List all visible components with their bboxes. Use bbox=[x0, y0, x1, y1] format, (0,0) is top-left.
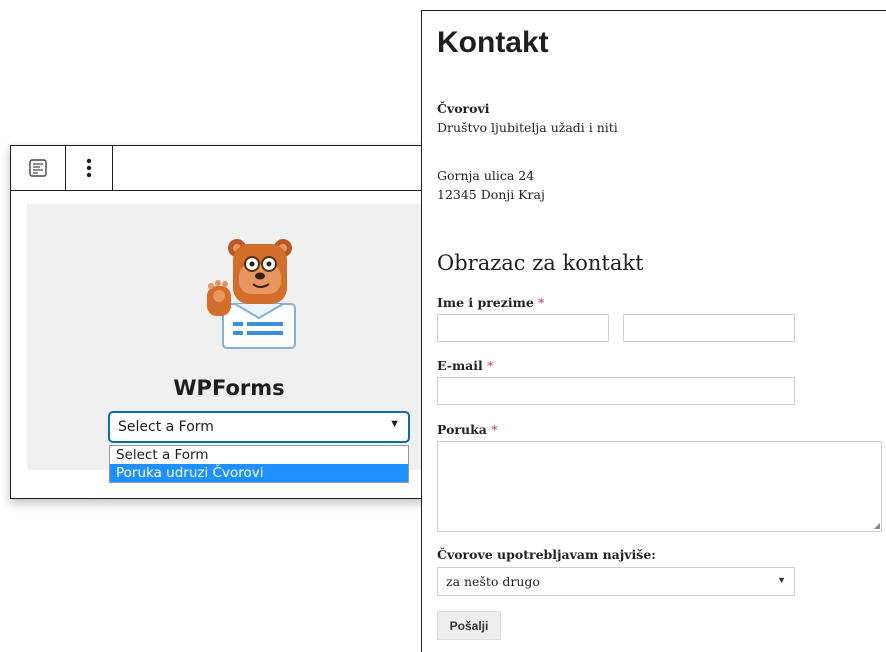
page-title: Kontakt bbox=[437, 26, 549, 59]
wpforms-bear-mascot-icon bbox=[207, 239, 296, 349]
email-input[interactable] bbox=[437, 377, 795, 405]
address-line-2: 12345 Donji Kraj bbox=[437, 187, 545, 202]
select-form-dropdown[interactable]: Select a Form ▼ bbox=[109, 412, 409, 442]
organization-name: Čvorovi bbox=[437, 101, 490, 116]
name-label: Ime i prezime * bbox=[437, 295, 544, 310]
message-textarea[interactable]: ◢ bbox=[437, 441, 882, 532]
required-mark: * bbox=[487, 358, 494, 373]
wpforms-block-editor: WPForms Select a Form ▼ Select a Form Po… bbox=[10, 145, 432, 499]
usage-select[interactable]: za nešto drugo ▼ bbox=[437, 567, 795, 596]
chevron-down-icon: ▼ bbox=[777, 575, 786, 585]
form-block-icon[interactable] bbox=[11, 146, 66, 190]
option-select-a-form[interactable]: Select a Form bbox=[110, 446, 408, 464]
message-label-text: Poruka bbox=[437, 422, 487, 437]
name-label-text: Ime i prezime bbox=[437, 295, 534, 310]
resize-handle-icon[interactable]: ◢ bbox=[874, 521, 880, 530]
email-label-text: E-mail bbox=[437, 358, 483, 373]
first-name-input[interactable] bbox=[437, 314, 609, 342]
select-form-value: Select a Form bbox=[118, 419, 214, 435]
submit-button[interactable]: Pošalji bbox=[437, 611, 501, 640]
select-form-options: Select a Form Poruka udruzi Čvorovi bbox=[109, 445, 409, 483]
address-line-1: Gornja ulica 24 bbox=[437, 168, 535, 183]
contact-page-preview: Kontakt Čvorovi Društvo ljubitelja užadi… bbox=[421, 10, 886, 652]
block-toolbar bbox=[11, 146, 431, 191]
dropdown-arrow-icon: ▼ bbox=[389, 418, 400, 430]
email-label: E-mail * bbox=[437, 358, 493, 373]
usage-select-value: za nešto drugo bbox=[446, 574, 540, 589]
option-poruka-udruzi-cvorovi[interactable]: Poruka udruzi Čvorovi bbox=[110, 464, 408, 482]
last-name-input[interactable] bbox=[623, 314, 795, 342]
more-options-icon[interactable] bbox=[65, 146, 113, 190]
wpforms-title: WPForms bbox=[173, 376, 285, 400]
wpforms-block-placeholder: WPForms Select a Form ▼ Select a Form Po… bbox=[27, 204, 431, 483]
organization-description: Društvo ljubitelja užadi i niti bbox=[437, 120, 618, 135]
message-label: Poruka * bbox=[437, 422, 497, 437]
usage-label: Čvorove upotrebljavam najviše: bbox=[437, 547, 656, 562]
form-heading: Obrazac za kontakt bbox=[437, 251, 644, 275]
required-mark: * bbox=[491, 422, 498, 437]
required-mark: * bbox=[538, 295, 545, 310]
